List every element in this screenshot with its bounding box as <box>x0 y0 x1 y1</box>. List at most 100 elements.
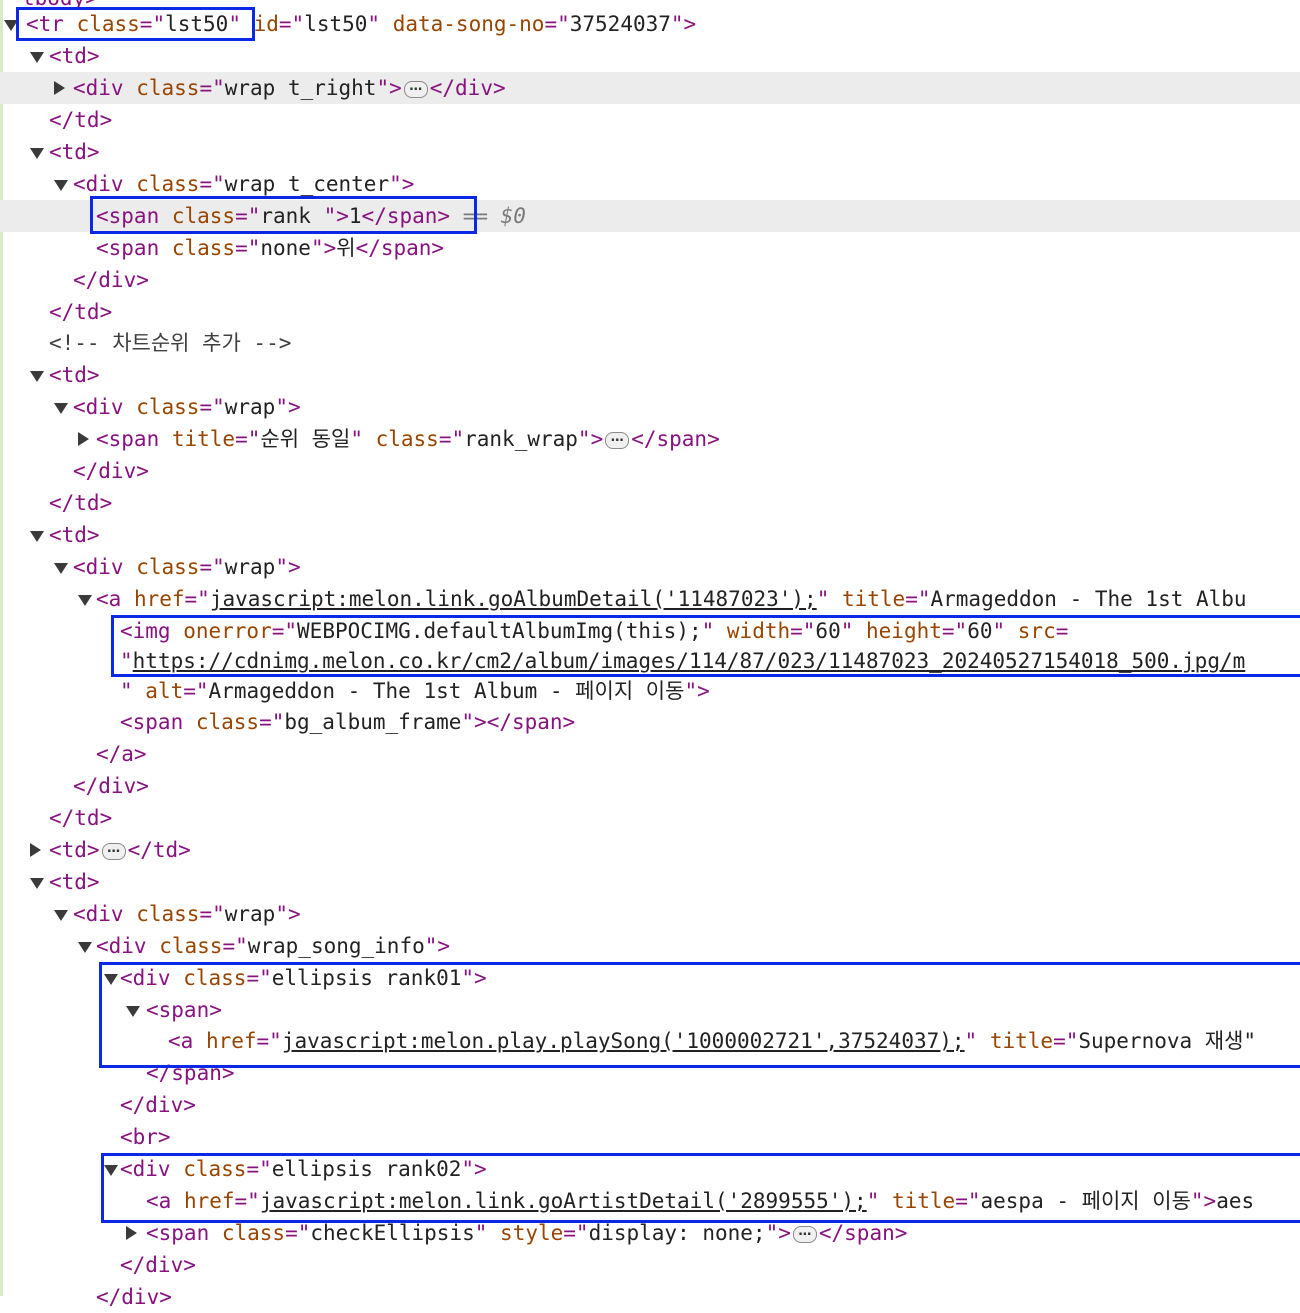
tree-line[interactable]: </div> <box>0 1089 1300 1121</box>
tree-line[interactable]: </a> <box>0 738 1300 770</box>
tree-line[interactable]: <img onerror="WEBPOCIMG.defaultAlbumImg(… <box>0 615 1300 647</box>
caret-down-icon[interactable] <box>30 52 44 63</box>
tree-line[interactable]: <td> <box>0 40 1300 72</box>
tree-line[interactable]: <span> <box>0 994 1300 1026</box>
tree-line[interactable]: <tr class="lst50" id="lst50" data-song-n… <box>0 8 1300 40</box>
tree-line[interactable]: <div class="wrap"> <box>0 898 1300 930</box>
tree-line[interactable]: <td>… </td> <box>0 834 1300 866</box>
caret-down-icon[interactable] <box>30 371 44 382</box>
code-token: class <box>136 172 200 196</box>
tree-line[interactable]: <a href="javascript:melon.play.playSong(… <box>0 1025 1300 1057</box>
caret-down-icon[interactable] <box>54 180 68 191</box>
code-token: <div <box>73 555 137 579</box>
code-token: </div> <box>73 774 149 798</box>
code-token: </td> <box>49 806 113 830</box>
tree-line[interactable]: </div> <box>0 1281 1300 1313</box>
tree-line[interactable]: </span> <box>0 1057 1300 1089</box>
tree-line[interactable]: </td> <box>0 802 1300 834</box>
tree-line[interactable]: <span class="rank ">1</span> == $0 <box>0 200 1300 232</box>
caret-down-icon[interactable] <box>78 595 92 606</box>
caret-down-icon[interactable] <box>4 20 18 31</box>
code-token: <td> <box>49 140 100 164</box>
tree-line[interactable]: <div class="ellipsis rank01"> <box>0 962 1300 994</box>
caret-right-icon[interactable] <box>126 1226 137 1240</box>
tree-line[interactable]: " alt="Armageddon - The 1st Album - 페이지 … <box>0 675 1300 707</box>
attribute-link[interactable]: javascript:melon.link.goAlbumDetail('114… <box>210 587 817 611</box>
tree-line[interactable]: <span class="checkEllipsis" style="displ… <box>0 1217 1300 1249</box>
tree-line-code: </span> <box>146 1057 235 1089</box>
tree-line[interactable]: <a href="javascript:melon.link.goAlbumDe… <box>0 583 1300 615</box>
code-token: <td> <box>49 363 100 387</box>
tree-line[interactable]: <td> <box>0 866 1300 898</box>
tree-line[interactable]: </td> <box>0 296 1300 328</box>
tree-line[interactable]: <div class="wrap_song_info"> <box>0 930 1300 962</box>
tree-line[interactable]: <span class="bg_album_frame"></span> <box>0 706 1300 738</box>
tree-line[interactable]: <span class="none">위</span> <box>0 232 1300 264</box>
tree-line-code: <td> <box>49 519 100 551</box>
tree-line[interactable]: </div> <box>0 264 1300 296</box>
code-token: </div> <box>120 1253 196 1277</box>
ellipsis-badge[interactable]: … <box>101 842 126 860</box>
caret-down-icon[interactable] <box>54 910 68 921</box>
caret-down-icon[interactable] <box>126 1006 140 1017</box>
code-token: <span <box>120 710 196 734</box>
code-token: 1 <box>348 204 362 228</box>
caret-down-icon[interactable] <box>30 148 44 159</box>
code-token: <span <box>146 1221 222 1245</box>
tree-line[interactable]: <span title="순위 동일" class="rank_wrap">… <… <box>0 423 1300 455</box>
tree-line[interactable]: <td> <box>0 359 1300 391</box>
tree-line[interactable]: </div> <box>0 770 1300 802</box>
caret-down-icon[interactable] <box>54 403 68 414</box>
tree-line[interactable]: </div> <box>0 1249 1300 1281</box>
code-token: "> <box>310 236 337 260</box>
code-token: =" <box>235 204 261 228</box>
code-token: style <box>487 1221 564 1245</box>
caret-right-icon[interactable] <box>78 432 89 446</box>
caret-down-icon[interactable] <box>78 942 92 953</box>
caret-right-icon[interactable] <box>30 843 41 857</box>
tree-line[interactable]: <td> <box>0 136 1300 168</box>
tree-line-code: <div class="wrap"> <box>73 391 301 423</box>
ellipsis-badge[interactable]: … <box>403 80 428 98</box>
code-token: " <box>866 1189 880 1213</box>
tree-line-code: <div class="wrap_song_info"> <box>96 930 450 962</box>
ellipsis-badge[interactable]: … <box>605 431 630 449</box>
code-token: </td> <box>49 300 113 324</box>
tree-line[interactable]: </td> <box>0 104 1300 136</box>
caret-down-icon[interactable] <box>30 531 44 542</box>
tree-line[interactable]: <!-- 차트순위 추가 --> <box>0 327 1300 359</box>
code-token: class <box>221 1221 286 1245</box>
caret-down-icon[interactable] <box>104 1165 118 1176</box>
code-token: lst50 <box>165 12 229 36</box>
attribute-link[interactable]: javascript:melon.link.goArtistDetail('28… <box>260 1189 867 1213</box>
tree-line[interactable]: <div class="wrap t_right">… </div> <box>0 72 1300 104</box>
code-token: class <box>136 76 200 100</box>
attribute-link[interactable]: https://cdnimg.melon.co.kr/cm2/album/ima… <box>133 649 1246 673</box>
tree-line[interactable]: <br> <box>0 1121 1300 1153</box>
tree-line[interactable]: <div class="ellipsis rank02"> <box>0 1153 1300 1185</box>
tree-line[interactable]: <div class="wrap t_center"> <box>0 168 1300 200</box>
code-token: " <box>992 619 1006 643</box>
tree-line[interactable]: </div> <box>0 455 1300 487</box>
ellipsis-badge[interactable]: … <box>792 1225 817 1243</box>
tree-line[interactable]: <div class="wrap"> <box>0 391 1300 423</box>
caret-right-icon[interactable] <box>54 81 65 95</box>
code-token: "> <box>275 902 301 926</box>
tree-line[interactable]: <div class="wrap"> <box>0 551 1300 583</box>
code-token: 60 <box>815 619 841 643</box>
caret-down-icon[interactable] <box>104 974 118 985</box>
caret-down-icon[interactable] <box>54 563 68 574</box>
tree-line-code: </td> <box>49 487 112 519</box>
code-token: " <box>701 619 715 643</box>
code-token: wrap <box>224 395 276 419</box>
tree-line-code: <span class="checkEllipsis" style="displ… <box>146 1217 907 1249</box>
tree-line-code: <a href="javascript:melon.play.playSong(… <box>168 1025 1256 1057</box>
tree-line[interactable]: </td> <box>0 487 1300 519</box>
caret-down-icon[interactable] <box>30 878 44 889</box>
attribute-link[interactable]: javascript:melon.play.playSong('10000027… <box>282 1029 965 1053</box>
tree-line[interactable]: "https://cdnimg.melon.co.kr/cm2/album/im… <box>0 645 1300 677</box>
tree-line[interactable]: <td> <box>0 519 1300 551</box>
tree-line[interactable]: <a href="javascript:melon.link.goArtistD… <box>0 1185 1300 1217</box>
code-token: </a> <box>96 742 147 766</box>
code-token: class <box>362 427 439 451</box>
